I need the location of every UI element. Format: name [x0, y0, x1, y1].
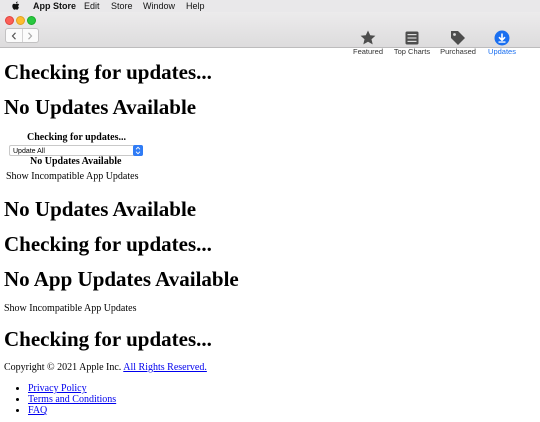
faq-link[interactable]: FAQ: [28, 405, 47, 416]
back-forward-buttons: [5, 28, 39, 43]
menu-store[interactable]: Store: [111, 0, 133, 12]
close-window-button[interactable]: [5, 16, 14, 25]
chevron-left-icon: [11, 31, 16, 40]
heading-no-updates-2: No Updates Available: [4, 197, 197, 221]
list-item: Terms and Conditions: [28, 394, 116, 405]
privacy-policy-link[interactable]: Privacy Policy: [28, 383, 87, 394]
tag-icon: [451, 31, 465, 45]
show-incompatible-updates[interactable]: Show Incompatible App Updates: [4, 303, 136, 315]
terms-link[interactable]: Terms and Conditions: [28, 394, 116, 405]
update-all-select-value: Update All: [13, 148, 45, 155]
copyright-text: Copyright © 2021 Apple Inc.: [4, 362, 122, 373]
footer-links: Privacy Policy Terms and Conditions FAQ: [10, 383, 116, 416]
download-circle-icon: [494, 30, 510, 46]
toolbar-purchased[interactable]: Purchased: [439, 29, 477, 57]
chevron-right-icon: [28, 31, 33, 40]
toolbar-top-charts-label: Top Charts: [393, 47, 431, 56]
list-icon: [405, 31, 419, 45]
toolbar-purchased-label: Purchased: [440, 47, 476, 56]
heading-no-updates: No Updates Available: [4, 95, 197, 119]
widget-no-updates-status: No Updates Available: [30, 156, 122, 167]
copyright-line: Copyright © 2021 Apple Inc. All Rights R…: [4, 362, 207, 374]
apple-logo-icon[interactable]: [10, 0, 22, 12]
heading-checking-updates: Checking for updates...: [4, 60, 212, 84]
toolbar-updates[interactable]: Updates: [486, 29, 518, 57]
star-icon: [360, 30, 376, 45]
toolbar-featured[interactable]: Featured: [351, 29, 385, 57]
heading-no-app-updates: No App Updates Available: [4, 267, 239, 291]
menu-app-store[interactable]: App Store: [33, 0, 76, 12]
toolbar-featured-label: Featured: [352, 47, 384, 56]
update-all-select[interactable]: Update All: [9, 145, 143, 156]
menu-bar: App Store Edit Store Window Help: [0, 0, 540, 12]
list-item: Privacy Policy: [28, 383, 116, 394]
widget-show-incompatible[interactable]: Show Incompatible App Updates: [6, 171, 138, 183]
forward-button[interactable]: [21, 29, 39, 42]
toolbar-top-charts[interactable]: Top Charts: [392, 29, 432, 57]
menu-edit[interactable]: Edit: [84, 0, 100, 12]
list-item: FAQ: [28, 405, 116, 416]
minimize-window-button[interactable]: [16, 16, 25, 25]
select-arrows-icon: [133, 145, 143, 156]
window-toolbar: Featured Top Charts Purchased Updates: [0, 12, 540, 56]
back-button[interactable]: [6, 29, 22, 42]
menu-window[interactable]: Window: [143, 0, 175, 12]
widget-checking-title: Checking for updates...: [27, 132, 126, 143]
heading-checking-updates-2: Checking for updates...: [4, 232, 212, 256]
toolbar-updates-label: Updates: [488, 47, 516, 56]
zoom-window-button[interactable]: [27, 16, 36, 25]
heading-checking-updates-3: Checking for updates...: [4, 327, 212, 351]
menu-help[interactable]: Help: [186, 0, 205, 12]
all-rights-reserved-link[interactable]: All Rights Reserved.: [123, 362, 207, 373]
